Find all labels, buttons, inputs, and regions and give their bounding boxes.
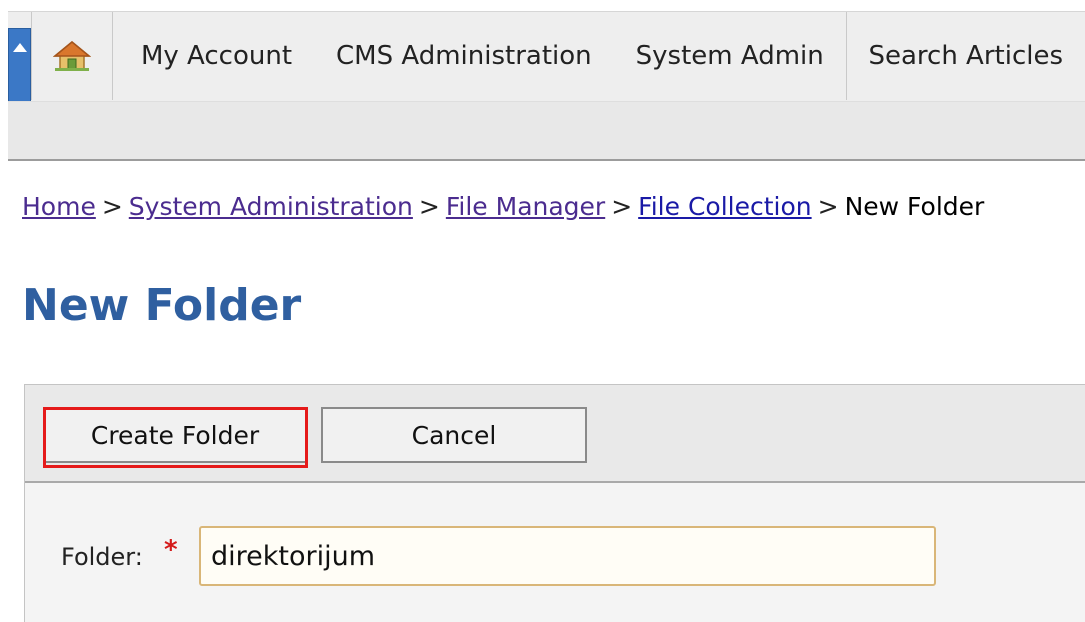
breadcrumb-link-file-collection[interactable]: File Collection bbox=[638, 192, 811, 221]
folder-form-row: Folder: * bbox=[25, 483, 1085, 622]
nav-home-button[interactable] bbox=[32, 12, 112, 100]
nav-item-my-account[interactable]: My Account bbox=[113, 12, 314, 100]
top-strip bbox=[0, 0, 1085, 11]
required-indicator: * bbox=[164, 535, 178, 565]
create-folder-button[interactable]: Create Folder bbox=[43, 407, 307, 463]
nav-row: My Account CMS Administration System Adm… bbox=[8, 12, 1085, 106]
nav-item-cms-administration[interactable]: CMS Administration bbox=[314, 12, 614, 100]
up-arrow-icon bbox=[12, 43, 27, 52]
form-toolbar: Create Folder Cancel bbox=[25, 385, 1085, 483]
sub-navigation-bar bbox=[8, 101, 1085, 161]
nav-scroll-up-button[interactable] bbox=[8, 28, 32, 106]
nav-item-search-articles[interactable]: Search Articles bbox=[846, 12, 1085, 100]
breadcrumb: Home > System Administration > File Manager >… bbox=[22, 192, 984, 221]
form-panel: Create Folder Cancel Folder: * bbox=[24, 384, 1085, 622]
cancel-button[interactable]: Cancel bbox=[321, 407, 587, 463]
breadcrumb-separator: > bbox=[418, 192, 440, 221]
main-navigation-bar: My Account CMS Administration System Adm… bbox=[8, 11, 1085, 106]
folder-label: Folder: bbox=[61, 543, 143, 571]
breadcrumb-separator: > bbox=[101, 192, 123, 221]
breadcrumb-separator: > bbox=[817, 192, 839, 221]
home-icon bbox=[53, 41, 92, 71]
breadcrumb-link-file-manager[interactable]: File Manager bbox=[446, 192, 605, 221]
folder-name-input[interactable] bbox=[199, 526, 936, 586]
nav-item-system-admin[interactable]: System Admin bbox=[614, 12, 846, 100]
breadcrumb-link-home[interactable]: Home bbox=[22, 192, 96, 221]
breadcrumb-current: New Folder bbox=[844, 192, 985, 221]
breadcrumb-link-system-administration[interactable]: System Administration bbox=[129, 192, 413, 221]
page-title: New Folder bbox=[22, 280, 302, 331]
breadcrumb-separator: > bbox=[611, 192, 633, 221]
